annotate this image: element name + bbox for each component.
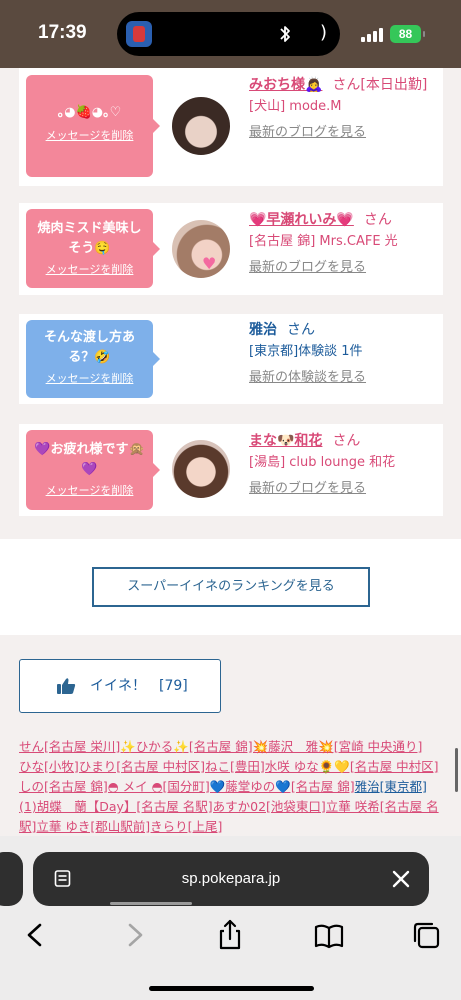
message-text: 💜お疲れ様です🙊💜 — [34, 442, 145, 477]
user-name-link[interactable]: みおち様🙇‍♀️ — [249, 77, 322, 93]
status-time: 17:39 — [38, 22, 87, 43]
forward-icon[interactable] — [119, 918, 151, 952]
avatar[interactable] — [172, 440, 230, 498]
message-card: ｡⁠◕⁠🍓⁠◕｡♡ メッセージを削除 みおち様🙇‍♀️ さん[本日出勤] [犬山]… — [19, 68, 443, 186]
shop-label: [東京都]体験談 1件 — [249, 344, 363, 359]
close-icon[interactable] — [391, 869, 411, 889]
sound-wave-icon: ) — [319, 22, 327, 43]
latest-blog-link[interactable]: 最新のブログを見る — [249, 257, 366, 279]
message-bubble: 💜お疲れ様です🙊💜 メッセージを削除 — [26, 430, 160, 510]
home-indicator — [149, 986, 314, 991]
url-text[interactable]: sp.pokepara.jp — [33, 852, 429, 906]
user-name-link[interactable]: 雅治 — [355, 779, 380, 794]
latest-blog-link[interactable]: 最新のブログを見る — [249, 122, 366, 144]
bookmarks-icon[interactable] — [313, 918, 345, 952]
user-name-link[interactable]: 💗早瀬れいみ💗 — [249, 212, 354, 228]
tabs-icon[interactable] — [410, 918, 442, 952]
message-card: 焼肉ミスド美味しそう🤤 メッセージを削除 ♥ 💗早瀬れいみ💗 さん [名古屋 錦]… — [19, 203, 443, 295]
list-line[interactable]: 駅]立華 ゆき[郡山駅前]きらり[上尾] — [19, 819, 222, 834]
message-card: そんな渡し方ある？🤣 メッセージを削除 雅治 さん [東京都]体験談 1件 最新の… — [19, 314, 443, 404]
list-item[interactable]: 駅]立華 ゆき[郡山駅前]きらり[上尾] — [19, 817, 443, 837]
dynamic-island: ) — [117, 12, 340, 56]
name-suffix: さん[本日出勤] — [332, 77, 428, 93]
battery-icon: 88 — [390, 25, 425, 43]
app-icon — [126, 21, 152, 47]
previous-tab[interactable] — [0, 852, 23, 906]
address-bar[interactable]: sp.pokepara.jp — [33, 852, 429, 906]
list-line[interactable]: (1)胡蝶 蘭【Day】[名古屋 名駅]あすか02[池袋東口]立華 咲希[名古屋… — [19, 799, 439, 814]
list-item[interactable]: ひな[小牧]ひまり[名古屋 中村区]ねこ[豊田]水咲 ゆな🌻💛[名古屋 中村区] — [19, 757, 443, 777]
heart-icon: ♥ — [202, 254, 217, 273]
shop-label: [名古屋 錦] Mrs.CAFE 光 — [249, 234, 398, 249]
iine-label: イイネ！ — [90, 678, 146, 694]
message-bubble: そんな渡し方ある？🤣 メッセージを削除 — [26, 320, 160, 398]
place-link[interactable]: [東京都] — [380, 779, 427, 794]
latest-review-link[interactable]: 最新の体験談を見る — [249, 367, 366, 389]
back-icon[interactable] — [20, 918, 52, 952]
iine-count: [79] — [159, 678, 188, 694]
list-line[interactable]: せん[名古屋 栄川]✨ひかる✨[名古屋 錦]💥藤沢 雅💥[宮崎 中央通り] — [19, 739, 422, 754]
thumbs-up-icon — [57, 678, 76, 694]
message-card: 💜お疲れ様です🙊💜 メッセージを削除 まな🐶和花 さん [湯島] club lou… — [19, 424, 443, 516]
name-suffix: さん — [287, 322, 315, 338]
list-line[interactable]: しの[名古屋 錦]◓ メイ ◓[国分町]💙藤堂ゆの💙[名古屋 錦] — [19, 779, 355, 794]
list-item[interactable]: (1)胡蝶 蘭【Day】[名古屋 名駅]あすか02[池袋東口]立華 咲希[名古屋… — [19, 797, 443, 817]
message-bubble: 焼肉ミスド美味しそう🤤 メッセージを削除 — [26, 209, 160, 288]
latest-blog-link[interactable]: 最新のブログを見る — [249, 478, 366, 500]
share-icon[interactable] — [214, 918, 246, 952]
iine-button[interactable]: イイネ！ [79] — [19, 659, 221, 713]
message-text: 焼肉ミスド美味しそう🤤 — [37, 221, 142, 256]
delete-message-link[interactable]: メッセージを削除 — [26, 261, 153, 277]
signal-icon — [361, 28, 383, 42]
user-name-link[interactable]: 雅治 — [249, 322, 277, 338]
scrollbar[interactable] — [455, 748, 458, 792]
shop-label: [犬山] mode.M — [249, 99, 342, 114]
page-load-progress — [110, 902, 192, 905]
list-line[interactable]: ひな[小牧]ひまり[名古屋 中村区]ねこ[豊田]水咲 ゆな🌻💛[名古屋 中村区] — [19, 759, 439, 774]
delete-message-link[interactable]: メッセージを削除 — [26, 482, 153, 498]
name-suffix: さん — [363, 212, 392, 228]
shop-label: [湯島] club lounge 和花 — [249, 455, 396, 470]
message-bubble: ｡⁠◕⁠🍓⁠◕｡♡ メッセージを削除 — [26, 75, 160, 177]
list-item[interactable]: せん[名古屋 栄川]✨ひかる✨[名古屋 錦]💥藤沢 雅💥[宮崎 中央通り] — [19, 737, 443, 757]
list-item[interactable]: しの[名古屋 錦]◓ メイ ◓[国分町]💙藤堂ゆの💙[名古屋 錦]雅治[東京都] — [19, 777, 443, 797]
avatar[interactable] — [172, 97, 230, 155]
delete-message-link[interactable]: メッセージを削除 — [26, 127, 153, 143]
message-text: そんな渡し方ある？🤣 — [43, 330, 135, 365]
name-suffix: さん — [332, 433, 361, 449]
iine-user-list: せん[名古屋 栄川]✨ひかる✨[名古屋 錦]💥藤沢 雅💥[宮崎 中央通り] ひな… — [19, 737, 443, 837]
message-text: ｡⁠◕⁠🍓⁠◕｡♡ — [57, 105, 122, 120]
avatar[interactable]: ♥ — [172, 220, 230, 278]
bluetooth-icon — [280, 26, 290, 42]
user-name-link[interactable]: まな🐶和花 — [249, 433, 322, 449]
status-bar: 17:39 ) 88 — [0, 0, 461, 68]
delete-message-link[interactable]: メッセージを削除 — [26, 370, 153, 386]
super-iine-ranking-button[interactable]: スーパーイイネのランキングを見る — [92, 567, 370, 607]
